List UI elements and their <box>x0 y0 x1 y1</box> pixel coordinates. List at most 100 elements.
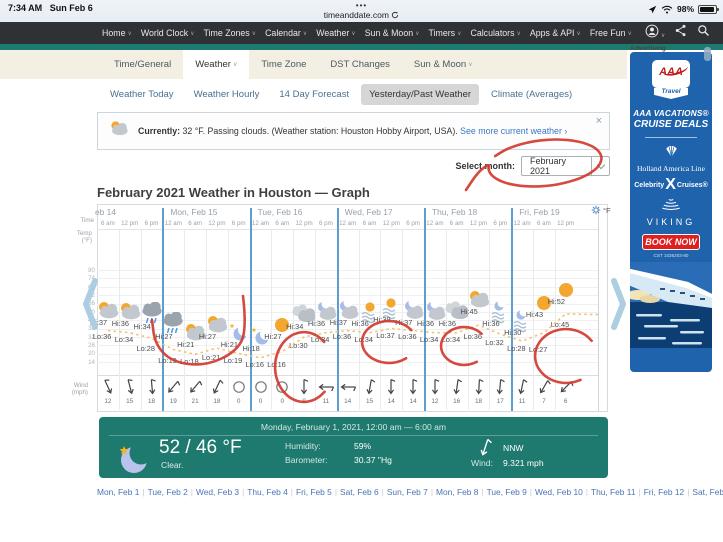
nav-item-calendar[interactable]: Calendar∨ <box>265 28 307 38</box>
subtab-weather-today[interactable]: Weather Today <box>102 84 182 105</box>
chevron-down-icon: ∨ <box>303 31 307 37</box>
tab-time-general[interactable]: Time/General <box>102 50 183 79</box>
y-axis-tick: 80 <box>79 267 95 274</box>
current-conditions-text: Currently: 32 °F. Passing clouds. (Weath… <box>138 126 567 136</box>
sun-cloud-icon <box>108 118 130 145</box>
date-link[interactable]: Tue, Feb 2 <box>148 487 188 497</box>
subtab-climate-averages-[interactable]: Climate (Averages) <box>483 84 580 105</box>
see-more-weather-link[interactable]: See more current weather › <box>460 126 567 136</box>
temp-axis-label: Temp(°F) <box>66 230 92 244</box>
tab-dst-changes[interactable]: DST Changes <box>318 50 402 79</box>
date-link-separator: | <box>586 487 588 497</box>
date-link-separator: | <box>639 487 641 497</box>
wifi-icon <box>661 5 673 14</box>
subtab-14-day-forecast[interactable]: 14 Day Forecast <box>271 84 357 105</box>
date-link[interactable]: Sat, Feb 6 <box>340 487 379 497</box>
nav-item-apps-api[interactable]: Apps & API∨ <box>530 28 581 38</box>
graph-unit-label[interactable]: °F <box>603 206 611 215</box>
tab-weather[interactable]: Weather∨ <box>183 50 249 79</box>
date-link[interactable]: Sat, Feb 13 <box>692 487 723 497</box>
tab-sun-moon[interactable]: Sun & Moon∨ <box>402 50 485 79</box>
graph-next-arrow-icon[interactable] <box>610 278 627 330</box>
chevron-down-icon: ∨ <box>517 31 521 37</box>
nav-item-calculators[interactable]: Calculators∨ <box>470 28 520 38</box>
share-icon[interactable] <box>675 24 687 42</box>
nav-icon-group: ∨ <box>645 24 710 43</box>
wind-value: 9.321 mph <box>503 458 544 468</box>
date-link[interactable]: Mon, Feb 1 <box>97 487 139 497</box>
nav-item-timers[interactable]: Timers∨ <box>429 28 462 38</box>
subtab-weather-hourly[interactable]: Weather Hourly <box>186 84 268 105</box>
ad-divider <box>645 137 697 138</box>
month-dropdown-value[interactable]: February 2021 <box>522 157 591 175</box>
nav-item-free-fun[interactable]: Free Fun∨ <box>590 28 632 38</box>
scrollbar-thumb[interactable] <box>704 47 711 61</box>
chevron-down-icon: ∨ <box>233 61 237 68</box>
viking-logo-text: VIKING <box>630 217 712 227</box>
address-bar[interactable]: timeanddate.com <box>0 10 723 20</box>
search-icon[interactable] <box>697 24 710 42</box>
date-link[interactable]: Mon, Feb 8 <box>436 487 478 497</box>
date-link[interactable]: Tue, Feb 9 <box>487 487 527 497</box>
status-bar: 7:34 AM Sun Feb 6 ••• timeanddate.com 98… <box>0 0 723 22</box>
gear-icon[interactable] <box>591 205 601 215</box>
humidity-label: Humidity: <box>285 441 321 451</box>
currently-value: 32 °F. Passing clouds. (Weather station:… <box>183 126 458 136</box>
date-link-separator: | <box>431 487 433 497</box>
nav-item-sun-moon[interactable]: Sun & Moon∨ <box>365 28 420 38</box>
ad-headline-2: CRUISE DEALS <box>630 119 712 130</box>
reload-icon[interactable] <box>391 11 399 19</box>
travel-ribbon: Travel <box>654 88 688 99</box>
date-link-separator: | <box>191 487 193 497</box>
date-link[interactable]: Thu, Feb 11 <box>591 487 636 497</box>
graph-settings: °F <box>591 205 611 215</box>
humidity-value: 59% <box>354 441 371 451</box>
month-selector-row: Select month: February 2021 <box>380 155 610 177</box>
date-link-separator: | <box>382 487 384 497</box>
nav-item-home[interactable]: Home∨ <box>102 28 132 38</box>
page-title: February 2021 Weather in Houston — Graph <box>97 185 370 200</box>
date-link-separator: | <box>687 487 689 497</box>
address-url[interactable]: timeanddate.com <box>324 10 389 20</box>
close-icon[interactable]: × <box>596 115 602 127</box>
date-link[interactable]: Wed, Feb 3 <box>196 487 239 497</box>
date-link[interactable]: Thu, Feb 4 <box>247 487 288 497</box>
nav-menu: Home∨ World Clock∨ Time Zones∨ Calendar∨ Wea… <box>102 28 641 38</box>
weather-subtabs: Weather TodayWeather Hourly14 Day Foreca… <box>102 84 580 105</box>
chevron-down-icon: ∨ <box>252 31 256 37</box>
holland-america-logo-text: Holland America Line <box>630 164 712 173</box>
date-link-separator: | <box>530 487 532 497</box>
time-axis-label: Time <box>68 217 94 224</box>
nav-item-time-zones[interactable]: Time Zones∨ <box>204 28 257 38</box>
wind-label: Wind: <box>471 458 493 468</box>
date-link[interactable]: Wed, Feb 10 <box>535 487 583 497</box>
month-dropdown[interactable]: February 2021 <box>521 156 610 176</box>
chevron-down-icon[interactable] <box>591 157 609 175</box>
date-link[interactable]: Fri, Feb 12 <box>644 487 685 497</box>
date-link-separator: | <box>481 487 483 497</box>
multitask-dots[interactable]: ••• <box>0 1 723 10</box>
status-indicators: 98% <box>648 4 717 14</box>
battery-percent: 98% <box>677 4 694 14</box>
tab-time-zone[interactable]: Time Zone <box>249 50 318 79</box>
barometer-value: 30.37 "Hg <box>354 455 392 465</box>
date-link-separator: | <box>242 487 244 497</box>
nav-item-weather[interactable]: Weather∨ <box>316 28 356 38</box>
barometer-label: Barometer: <box>285 455 328 465</box>
ad-headline-1: AAA VACATIONS® <box>630 109 712 118</box>
date-link[interactable]: Fri, Feb 5 <box>296 487 332 497</box>
book-now-button[interactable]: BOOK NOW <box>642 234 700 250</box>
y-axis-tick: 26 <box>79 342 95 349</box>
nav-item-world-clock[interactable]: World Clock∨ <box>141 28 195 38</box>
day-link-list: Mon, Feb 1|Tue, Feb 2|Wed, Feb 3|Thu, Fe… <box>97 484 610 501</box>
current-conditions-banner: Currently: 32 °F. Passing clouds. (Weath… <box>97 112 610 150</box>
moon-clear-icon <box>113 439 151 482</box>
account-icon[interactable]: ∨ <box>645 24 665 43</box>
chevron-down-icon: ∨ <box>457 31 461 37</box>
subtab-yesterday-past-weather[interactable]: Yesterday/Past Weather <box>361 84 479 105</box>
graph-prev-arrow-icon[interactable] <box>82 278 99 330</box>
wind-axis-label: Wind(mph) <box>62 382 88 396</box>
battery-icon <box>698 5 717 14</box>
cruise-ad[interactable]: AAA Travel AAA VACATIONS® CRUISE DEALS H… <box>630 52 712 372</box>
date-link[interactable]: Sun, Feb 7 <box>387 487 428 497</box>
